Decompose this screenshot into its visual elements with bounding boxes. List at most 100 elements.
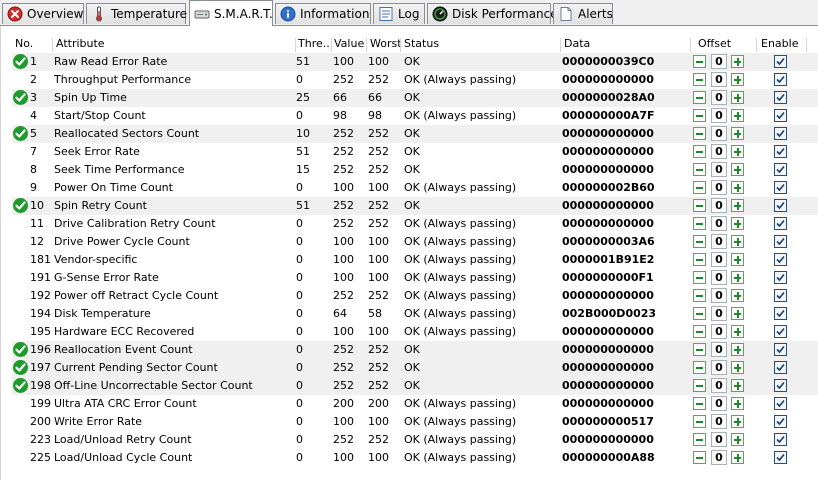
table-row[interactable]: 198 Off-Line Uncorrectable Sector Count 0 2… xyxy=(12,377,818,395)
offset-value[interactable]: 0 xyxy=(711,54,727,69)
offset-stepper[interactable]: 0 xyxy=(693,396,745,412)
offset-value[interactable]: 0 xyxy=(711,162,727,177)
offset-value[interactable]: 0 xyxy=(711,90,727,105)
offset-stepper[interactable]: 0 xyxy=(693,252,745,268)
table-row[interactable]: 199 Ultra ATA CRC Error Count 0 200 200 OK (A… xyxy=(12,395,818,413)
plus-icon[interactable] xyxy=(731,55,744,68)
enable-checkbox[interactable] xyxy=(774,307,787,320)
tab-overview[interactable]: Overview xyxy=(2,3,84,24)
minus-icon[interactable] xyxy=(693,55,706,68)
table-row[interactable]: 223 Load/Unload Retry Count 0 252 252 OK (Alw… xyxy=(12,431,818,449)
col-value[interactable]: Value xyxy=(334,37,364,50)
offset-value[interactable]: 0 xyxy=(711,414,727,429)
offset-stepper[interactable]: 0 xyxy=(693,288,745,304)
enable-checkbox[interactable] xyxy=(774,235,787,248)
enable-checkbox[interactable] xyxy=(774,271,787,284)
col-data[interactable]: Data xyxy=(564,37,590,50)
minus-icon[interactable] xyxy=(693,307,706,320)
enable-checkbox[interactable] xyxy=(774,145,787,158)
offset-value[interactable]: 0 xyxy=(711,180,727,195)
enable-checkbox[interactable] xyxy=(774,55,787,68)
enable-checkbox[interactable] xyxy=(774,451,787,464)
tab-information[interactable]: Information xyxy=(275,3,371,24)
plus-icon[interactable] xyxy=(731,253,744,266)
minus-icon[interactable] xyxy=(693,73,706,86)
plus-icon[interactable] xyxy=(731,163,744,176)
table-row[interactable]: 12 Drive Power Cycle Count 0 100 100 OK (Alwa… xyxy=(12,233,818,251)
table-row[interactable]: 4 Start/Stop Count 0 98 98 OK (Always passing… xyxy=(12,107,818,125)
minus-icon[interactable] xyxy=(693,127,706,140)
col-offset[interactable]: Offset xyxy=(698,37,731,50)
enable-checkbox[interactable] xyxy=(774,289,787,302)
offset-stepper[interactable]: 0 xyxy=(693,378,745,394)
offset-stepper[interactable]: 0 xyxy=(693,144,745,160)
minus-icon[interactable] xyxy=(693,415,706,428)
offset-value[interactable]: 0 xyxy=(711,144,727,159)
enable-checkbox[interactable] xyxy=(774,253,787,266)
minus-icon[interactable] xyxy=(693,217,706,230)
minus-icon[interactable] xyxy=(693,253,706,266)
enable-checkbox[interactable] xyxy=(774,109,787,122)
table-row[interactable]: 3 Spin Up Time 25 66 66 OK 0000000028A0 0 xyxy=(12,89,818,107)
offset-value[interactable]: 0 xyxy=(711,234,727,249)
table-row[interactable]: 195 Hardware ECC Recovered 0 100 100 OK (Alwa… xyxy=(12,323,818,341)
minus-icon[interactable] xyxy=(693,163,706,176)
offset-stepper[interactable]: 0 xyxy=(693,450,745,466)
table-row[interactable]: 10 Spin Retry Count 51 252 252 OK 000000000000… xyxy=(12,197,818,215)
enable-checkbox[interactable] xyxy=(774,127,787,140)
offset-stepper[interactable]: 0 xyxy=(693,126,745,142)
table-row[interactable]: 197 Current Pending Sector Count 0 252 252 OK… xyxy=(12,359,818,377)
offset-stepper[interactable]: 0 xyxy=(693,360,745,376)
offset-value[interactable]: 0 xyxy=(711,396,727,411)
col-no[interactable]: No. xyxy=(15,37,33,50)
minus-icon[interactable] xyxy=(693,397,706,410)
offset-stepper[interactable]: 0 xyxy=(693,54,745,70)
plus-icon[interactable] xyxy=(731,415,744,428)
offset-stepper[interactable]: 0 xyxy=(693,162,745,178)
minus-icon[interactable] xyxy=(693,271,706,284)
plus-icon[interactable] xyxy=(731,235,744,248)
minus-icon[interactable] xyxy=(693,289,706,302)
offset-stepper[interactable]: 0 xyxy=(693,72,745,88)
plus-icon[interactable] xyxy=(731,127,744,140)
table-row[interactable]: 200 Write Error Rate 0 100 100 OK (Always pas… xyxy=(12,413,818,431)
offset-value[interactable]: 0 xyxy=(711,450,727,465)
enable-checkbox[interactable] xyxy=(774,343,787,356)
table-row[interactable]: 5 Reallocated Sectors Count 10 252 252 OK 0000… xyxy=(12,125,818,143)
enable-checkbox[interactable] xyxy=(774,217,787,230)
minus-icon[interactable] xyxy=(693,109,706,122)
minus-icon[interactable] xyxy=(693,343,706,356)
table-row[interactable]: 181 Vendor-specific 0 100 100 OK (Always pass… xyxy=(12,251,818,269)
enable-checkbox[interactable] xyxy=(774,325,787,338)
offset-stepper[interactable]: 0 xyxy=(693,414,745,430)
offset-stepper[interactable]: 0 xyxy=(693,270,745,286)
minus-icon[interactable] xyxy=(693,199,706,212)
offset-value[interactable]: 0 xyxy=(711,360,727,375)
minus-icon[interactable] xyxy=(693,145,706,158)
offset-stepper[interactable]: 0 xyxy=(693,198,745,214)
table-row[interactable]: 11 Drive Calibration Retry Count 0 252 252 OK… xyxy=(12,215,818,233)
offset-stepper[interactable]: 0 xyxy=(693,432,745,448)
plus-icon[interactable] xyxy=(731,145,744,158)
plus-icon[interactable] xyxy=(731,379,744,392)
plus-icon[interactable] xyxy=(731,271,744,284)
offset-stepper[interactable]: 0 xyxy=(693,342,745,358)
table-row[interactable]: 8 Seek Time Performance 15 252 252 OK 00000000… xyxy=(12,161,818,179)
table-row[interactable]: 225 Load/Unload Cycle Count 0 100 100 OK (Alw… xyxy=(12,449,818,467)
tab-smart[interactable]: S.M.A.R.T. xyxy=(189,0,273,26)
offset-value[interactable]: 0 xyxy=(711,72,727,87)
offset-stepper[interactable]: 0 xyxy=(693,234,745,250)
offset-stepper[interactable]: 0 xyxy=(693,180,745,196)
enable-checkbox[interactable] xyxy=(774,361,787,374)
plus-icon[interactable] xyxy=(731,397,744,410)
enable-checkbox[interactable] xyxy=(774,379,787,392)
table-row[interactable]: 196 Reallocation Event Count 0 252 252 OK 0000… xyxy=(12,341,818,359)
tab-alerts[interactable]: Alerts xyxy=(553,3,613,24)
plus-icon[interactable] xyxy=(731,361,744,374)
minus-icon[interactable] xyxy=(693,91,706,104)
plus-icon[interactable] xyxy=(731,199,744,212)
tab-log[interactable]: Log xyxy=(373,3,425,24)
plus-icon[interactable] xyxy=(731,73,744,86)
offset-value[interactable]: 0 xyxy=(711,216,727,231)
enable-checkbox[interactable] xyxy=(774,433,787,446)
